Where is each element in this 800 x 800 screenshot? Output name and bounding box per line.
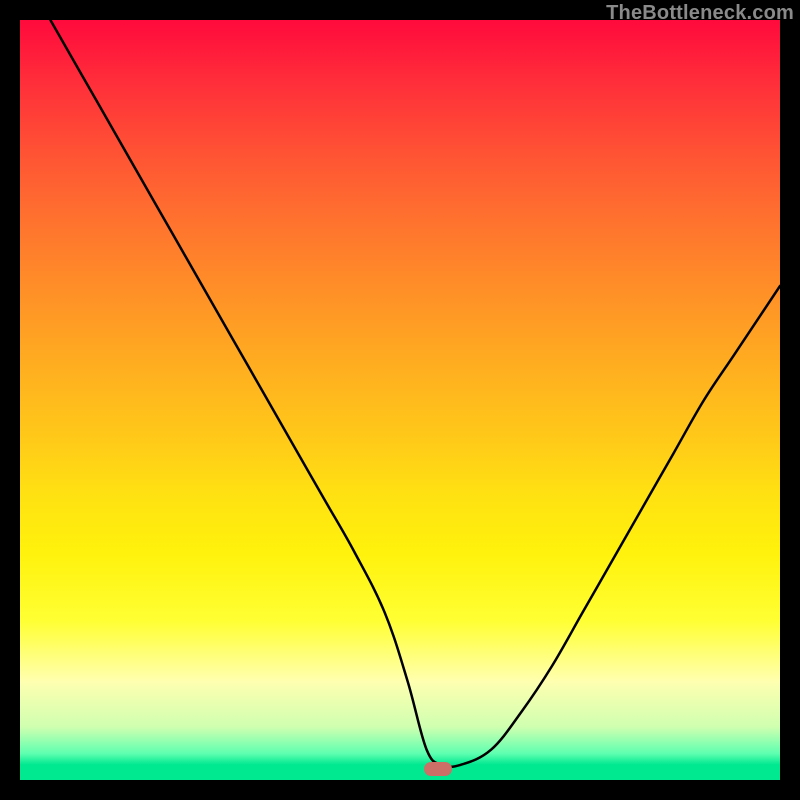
bottleneck-curve	[20, 20, 780, 780]
chart-container: TheBottleneck.com	[0, 0, 800, 800]
plot-area	[20, 20, 780, 780]
optimal-marker	[424, 762, 452, 776]
